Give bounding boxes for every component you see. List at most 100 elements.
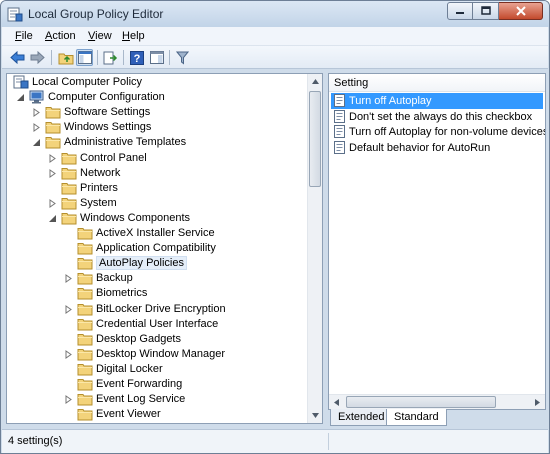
folder-icon <box>77 332 93 346</box>
tree-item[interactable]: Local Computer Policy <box>7 75 322 90</box>
tree-item[interactable]: Event Viewer <box>7 407 322 422</box>
expand-arrow-icon[interactable] <box>32 108 41 118</box>
show-action-pane-button[interactable] <box>148 49 165 66</box>
tree-item[interactable]: Desktop Gadgets <box>7 332 322 347</box>
tree-item[interactable]: Computer Configuration <box>7 90 322 105</box>
export-list-button[interactable] <box>102 49 119 66</box>
scroll-down-button[interactable] <box>308 408 322 423</box>
close-icon <box>515 6 526 16</box>
scroll-down-arrow-icon <box>312 413 319 418</box>
folder-icon <box>77 256 93 270</box>
tree-item[interactable]: Printers <box>7 181 322 196</box>
tree-item-label: Application Compatibility <box>96 242 216 255</box>
tab-extended[interactable]: Extended <box>330 409 393 426</box>
forward-button[interactable] <box>29 49 46 66</box>
tree-item[interactable]: Windows Settings <box>7 120 322 135</box>
policy-setting-icon <box>334 94 346 107</box>
tab-standard[interactable]: Standard <box>386 409 447 426</box>
expand-arrow-icon[interactable] <box>64 395 73 405</box>
up-one-level-button[interactable] <box>57 49 74 66</box>
tree-item[interactable]: Control Panel <box>7 151 322 166</box>
action-pane-icon <box>149 51 164 64</box>
expand-arrow-icon[interactable] <box>64 349 73 359</box>
tree-item[interactable]: BitLocker Drive Encryption <box>7 302 322 317</box>
forward-arrow-icon <box>30 51 45 64</box>
expand-arrow-icon[interactable] <box>48 198 57 208</box>
folder-icon <box>77 271 93 285</box>
tree-item[interactable]: AutoPlay Policies <box>7 256 322 271</box>
expand-arrow-icon[interactable] <box>48 153 57 163</box>
folder-icon <box>61 151 77 165</box>
maximize-button[interactable] <box>473 2 499 20</box>
expand-arrow-icon[interactable] <box>64 274 73 284</box>
menu-file[interactable]: File <box>15 30 33 42</box>
expand-arrow-icon[interactable] <box>48 168 57 178</box>
menu-view[interactable]: View <box>88 30 112 42</box>
tree-item[interactable]: Windows Components <box>7 211 322 226</box>
scroll-right-button[interactable] <box>530 395 545 409</box>
scroll-right-arrow-icon <box>535 398 540 406</box>
tree-item[interactable]: Biometrics <box>7 286 322 301</box>
maximize-icon <box>480 6 491 15</box>
horizontal-scroll-thumb[interactable] <box>346 396 496 408</box>
tree-item-label: Event Log Service <box>96 393 186 406</box>
setting-row[interactable]: Don't set the always do this checkbox <box>331 109 543 125</box>
tree-item-label: Backup <box>96 272 133 285</box>
tree-item[interactable]: Administrative Templates <box>7 135 322 150</box>
tree-item[interactable]: ActiveX Installer Service <box>7 226 322 241</box>
tree-item[interactable]: Digital Locker <box>7 362 322 377</box>
show-hide-tree-button[interactable] <box>76 49 93 66</box>
scroll-left-button[interactable] <box>329 395 344 409</box>
console-tree-icon <box>77 51 92 64</box>
setting-row[interactable]: Turn off Autoplay <box>331 93 543 109</box>
tree-item[interactable]: Event Forwarding <box>7 377 322 392</box>
tree-item[interactable]: Application Compatibility <box>7 241 322 256</box>
collapse-arrow-icon[interactable] <box>48 214 57 223</box>
title-bar[interactable]: Local Group Policy Editor <box>1 1 549 27</box>
tree-item[interactable]: Event Log Service <box>7 392 322 407</box>
menu-view-label: iew <box>95 30 112 42</box>
settings-horizontal-scrollbar[interactable] <box>329 394 545 409</box>
collapse-arrow-icon[interactable] <box>16 93 25 102</box>
folder-icon <box>45 105 61 119</box>
tree-item-label: Windows Components <box>80 211 191 224</box>
menu-help[interactable]: Help <box>122 30 145 42</box>
setting-row[interactable]: Turn off Autoplay for non-volume devices <box>331 124 545 140</box>
tree-item[interactable]: Credential User Interface <box>7 317 322 332</box>
tree-item[interactable]: Desktop Window Manager <box>7 347 322 362</box>
view-tabs: Extended Standard <box>328 409 546 427</box>
setting-row[interactable]: Default behavior for AutoRun <box>331 140 543 156</box>
back-button[interactable] <box>9 49 26 66</box>
settings-list-pane: Setting Turn off Autoplay Don't set the a… <box>328 73 546 410</box>
scroll-thumb[interactable] <box>309 91 321 187</box>
setting-label: Don't set the always do this checkbox <box>349 110 533 123</box>
minimize-button[interactable] <box>447 2 473 20</box>
tree-item-label: ActiveX Installer Service <box>96 227 215 239</box>
tree-item-label: Administrative Templates <box>64 136 187 149</box>
folder-icon <box>45 135 61 149</box>
help-button[interactable]: ? <box>128 49 145 66</box>
policy-editor-icon <box>7 7 23 22</box>
filter-icon <box>176 51 189 64</box>
status-text: 4 setting(s) <box>8 435 63 447</box>
expand-arrow-icon[interactable] <box>32 123 41 133</box>
collapse-arrow-icon[interactable] <box>32 138 41 147</box>
tree-item[interactable]: Network <box>7 166 322 181</box>
expand-arrow-icon[interactable] <box>64 304 73 314</box>
computer-icon <box>29 90 45 104</box>
folder-icon <box>77 302 93 316</box>
tree-item[interactable]: Software Settings <box>7 105 322 120</box>
tree-item[interactable]: Backup <box>7 271 322 286</box>
scroll-up-button[interactable] <box>308 74 322 89</box>
menu-help-label: elp <box>129 30 145 42</box>
scroll-up-arrow-icon <box>312 79 319 84</box>
close-button[interactable] <box>499 2 543 20</box>
policy-setting-icon <box>334 109 346 123</box>
setting-column-header[interactable]: Setting <box>329 74 545 92</box>
filter-button[interactable] <box>174 49 191 66</box>
tree-item[interactable]: System <box>7 196 322 211</box>
tree-item-label: Local Computer Policy <box>32 76 143 88</box>
menu-action[interactable]: Action <box>45 30 76 42</box>
tree-vertical-scrollbar[interactable] <box>307 74 322 423</box>
tree-item-label: System <box>80 196 117 209</box>
